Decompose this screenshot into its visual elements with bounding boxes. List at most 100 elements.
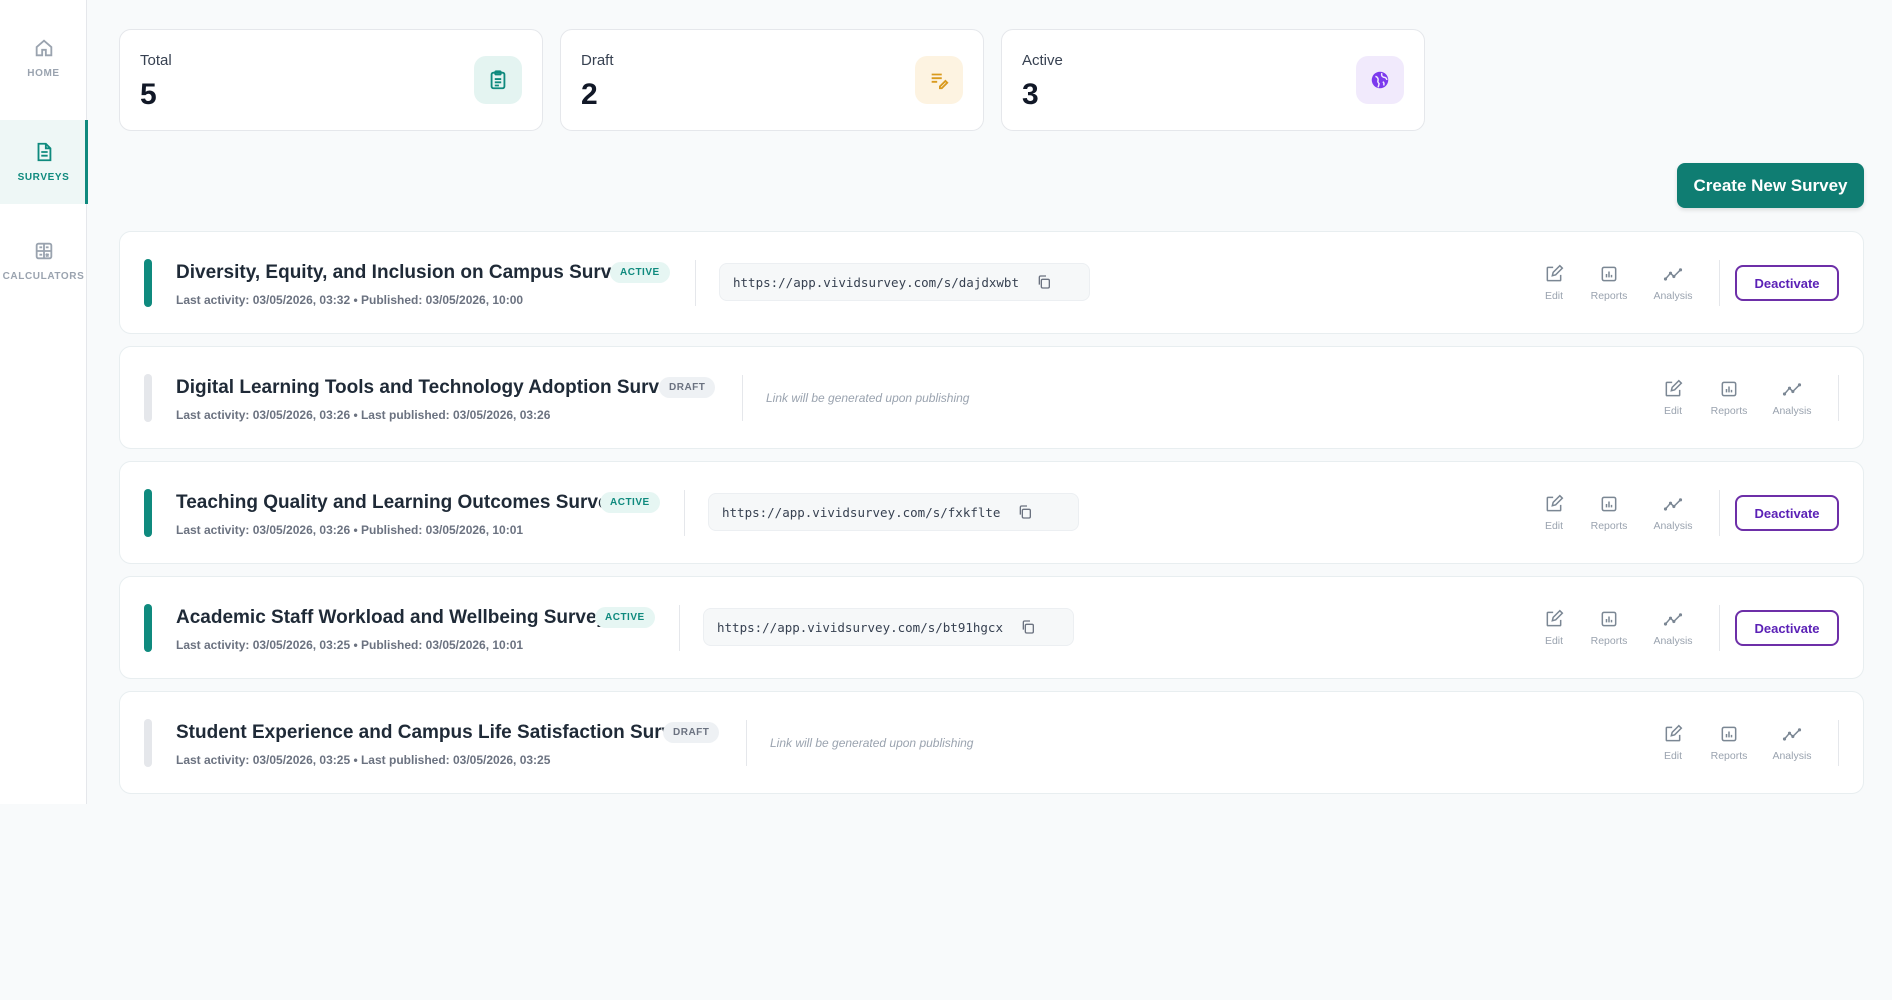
survey-link-box: https://app.vividsurvey.com/s/bt91hgcx	[703, 608, 1074, 646]
survey-link[interactable]: https://app.vividsurvey.com/s/bt91hgcx	[717, 620, 1003, 635]
analysis-button[interactable]: Analysis	[1647, 609, 1699, 647]
reports-label: Reports	[1590, 290, 1628, 302]
deactivate-button[interactable]: Deactivate	[1735, 495, 1839, 531]
stat-label: Active	[1022, 52, 1063, 69]
reports-label: Reports	[1710, 405, 1748, 417]
edit-label: Edit	[1663, 750, 1683, 762]
status-badge: DRAFT	[663, 722, 720, 743]
survey-link[interactable]: https://app.vividsurvey.com/s/fxkflte	[722, 505, 1000, 520]
edit-button[interactable]: Edit	[1528, 494, 1580, 532]
analysis-icon	[1782, 383, 1802, 396]
analysis-label: Analysis	[1653, 290, 1693, 302]
survey-title[interactable]: Student Experience and Campus Life Satis…	[176, 722, 693, 744]
edit-list-icon	[915, 56, 963, 104]
stat-label: Total	[140, 52, 172, 69]
divider	[742, 375, 743, 421]
survey-title[interactable]: Teaching Quality and Learning Outcomes S…	[176, 492, 619, 514]
create-new-survey-button[interactable]: Create New Survey	[1677, 163, 1864, 208]
edit-button[interactable]: Edit	[1647, 724, 1699, 762]
survey-row: Student Experience and Campus Life Satis…	[119, 691, 1864, 794]
reports-button[interactable]: Reports	[1583, 264, 1635, 302]
survey-meta: Last activity: 03/05/2026, 03:26 • Publi…	[176, 523, 524, 537]
reports-button[interactable]: Reports	[1583, 494, 1635, 532]
reports-icon	[1721, 726, 1737, 742]
edit-button[interactable]: Edit	[1647, 379, 1699, 417]
analysis-button[interactable]: Analysis	[1647, 494, 1699, 532]
copy-icon[interactable]	[1036, 274, 1052, 290]
analysis-button[interactable]: Analysis	[1647, 264, 1699, 302]
divider	[695, 260, 696, 306]
reports-icon	[1601, 611, 1617, 627]
analysis-label: Analysis	[1653, 520, 1693, 532]
reports-button[interactable]: Reports	[1583, 609, 1635, 647]
survey-row: Diversity, Equity, and Inclusion on Camp…	[119, 231, 1864, 334]
analysis-label: Analysis	[1653, 635, 1693, 647]
clipboard-icon	[474, 56, 522, 104]
stat-card-draft: Draft 2	[560, 29, 984, 131]
status-indicator	[144, 374, 152, 422]
sidebar-item-calculators[interactable]: CALCULATORS	[0, 219, 87, 303]
reports-label: Reports	[1590, 520, 1628, 532]
stat-card-active: Active 3	[1001, 29, 1425, 131]
survey-link-box: https://app.vividsurvey.com/s/fxkflte	[708, 493, 1079, 531]
edit-icon	[1546, 609, 1564, 627]
stat-label: Draft	[581, 52, 614, 69]
status-badge: ACTIVE	[610, 262, 670, 283]
analysis-label: Analysis	[1772, 750, 1812, 762]
link-placeholder: Link will be generated upon publishing	[770, 736, 974, 750]
survey-link-box: https://app.vividsurvey.com/s/dajdxwbt	[719, 263, 1090, 301]
stat-value: 5	[140, 78, 157, 111]
stat-value: 3	[1022, 78, 1039, 111]
edit-label: Edit	[1544, 635, 1564, 647]
survey-link[interactable]: https://app.vividsurvey.com/s/dajdxwbt	[733, 275, 1019, 290]
survey-meta: Last activity: 03/05/2026, 03:26 • Last …	[176, 408, 551, 422]
calculator-icon	[35, 242, 52, 260]
edit-icon	[1665, 724, 1683, 742]
analysis-button[interactable]: Analysis	[1766, 379, 1818, 417]
deactivate-button[interactable]: Deactivate	[1735, 265, 1839, 301]
sidebar-item-home[interactable]: HOME	[0, 16, 87, 100]
edit-label: Edit	[1544, 290, 1564, 302]
copy-icon[interactable]	[1020, 619, 1036, 635]
edit-label: Edit	[1544, 520, 1564, 532]
survey-title[interactable]: Academic Staff Workload and Wellbeing Su…	[176, 607, 607, 629]
reports-button[interactable]: Reports	[1703, 724, 1755, 762]
divider	[679, 605, 680, 651]
globe-icon	[1356, 56, 1404, 104]
survey-title[interactable]: Diversity, Equity, and Inclusion on Camp…	[176, 262, 632, 284]
document-icon	[37, 142, 51, 162]
edit-icon	[1546, 264, 1564, 282]
reports-button[interactable]: Reports	[1703, 379, 1755, 417]
divider	[1719, 490, 1720, 536]
sidebar-item-label: SURVEYS	[17, 172, 70, 183]
divider	[1719, 605, 1720, 651]
status-indicator	[144, 259, 152, 307]
home-icon	[35, 39, 52, 57]
survey-title[interactable]: Digital Learning Tools and Technology Ad…	[176, 377, 680, 399]
survey-meta: Last activity: 03/05/2026, 03:25 • Publi…	[176, 638, 524, 652]
analysis-icon	[1782, 728, 1802, 741]
edit-button[interactable]: Edit	[1528, 264, 1580, 302]
analysis-icon	[1663, 613, 1683, 626]
status-indicator	[144, 604, 152, 652]
status-indicator	[144, 489, 152, 537]
survey-meta: Last activity: 03/05/2026, 03:32 • Publi…	[176, 293, 524, 307]
status-indicator	[144, 719, 152, 767]
reports-label: Reports	[1710, 750, 1748, 762]
sidebar-item-surveys[interactable]: SURVEYS	[0, 120, 88, 204]
edit-icon	[1546, 494, 1564, 512]
sidebar: HOME SURVEYS CALCULATORS	[0, 0, 88, 804]
status-badge: DRAFT	[659, 377, 716, 398]
analysis-button[interactable]: Analysis	[1766, 724, 1818, 762]
analysis-icon	[1663, 498, 1683, 511]
deactivate-button[interactable]: Deactivate	[1735, 610, 1839, 646]
survey-row: Academic Staff Workload and Wellbeing Su…	[119, 576, 1864, 679]
divider	[684, 490, 685, 536]
reports-icon	[1721, 381, 1737, 397]
stat-card-total: Total 5	[119, 29, 543, 131]
stat-value: 2	[581, 78, 598, 111]
survey-row: Teaching Quality and Learning Outcomes S…	[119, 461, 1864, 564]
copy-icon[interactable]	[1017, 504, 1033, 520]
edit-button[interactable]: Edit	[1528, 609, 1580, 647]
reports-icon	[1601, 266, 1617, 282]
